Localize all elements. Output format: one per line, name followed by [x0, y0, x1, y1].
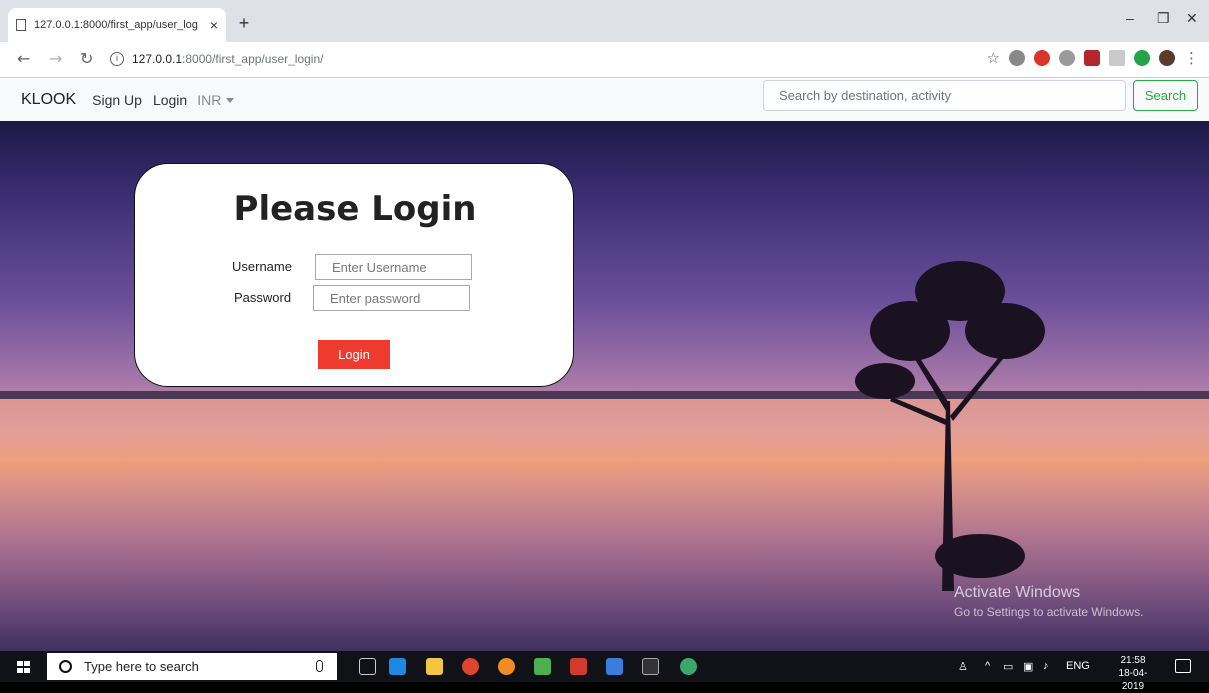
brand-logo[interactable]: KLOOK	[21, 91, 76, 109]
tray-expand-icon[interactable]: ^	[985, 660, 990, 672]
volume-icon[interactable]: ♪	[1043, 660, 1049, 672]
activate-windows-title: Activate Windows	[954, 584, 1081, 601]
minimize-icon[interactable]: –	[1126, 10, 1134, 26]
browser-tab[interactable]: 127.0.0.1:8000/first_app/user_log ×	[8, 8, 226, 42]
page-icon	[16, 19, 26, 31]
file-explorer-icon[interactable]	[426, 658, 443, 675]
people-icon[interactable]: ♙	[958, 660, 968, 673]
media-player-icon[interactable]	[389, 658, 406, 675]
browser-tab-bar: 127.0.0.1:8000/first_app/user_log × + – …	[0, 0, 1209, 42]
new-tab-button[interactable]: +	[233, 12, 255, 34]
language-indicator[interactable]: ENG	[1066, 660, 1090, 672]
browser-toolbar: ← → ↻ i 127.0.0.1:8000/first_app/user_lo…	[0, 42, 1209, 78]
login-title: Please Login	[233, 189, 477, 229]
url-host: 127.0.0.1	[132, 52, 183, 66]
password-input[interactable]	[313, 285, 470, 311]
back-icon[interactable]: ←	[17, 49, 30, 68]
extension-icon[interactable]	[1109, 50, 1125, 66]
activate-windows-subtitle: Go to Settings to activate Windows.	[954, 605, 1144, 619]
window-close-icon[interactable]: ✕	[1186, 10, 1198, 27]
url-path: :8000/first_app/user_login/	[182, 52, 324, 66]
currency-label: INR	[197, 91, 222, 108]
tab-title: 127.0.0.1:8000/first_app/user_log	[34, 19, 198, 31]
extension-icon[interactable]	[1059, 50, 1075, 66]
username-label: Username	[232, 259, 292, 274]
windows-taskbar: Type here to search ♙ ^ ▭ ▣ ♪ ENG 21:58 …	[0, 651, 1209, 692]
extension-icon[interactable]	[1009, 50, 1025, 66]
clock-date: 18-04-2019	[1118, 668, 1148, 692]
address-bar[interactable]: 127.0.0.1:8000/first_app/user_login/	[132, 52, 323, 66]
site-search-input[interactable]	[763, 80, 1126, 111]
extension-icon[interactable]	[1034, 50, 1050, 66]
notification-center-icon[interactable]	[1175, 659, 1191, 673]
microphone-icon[interactable]	[316, 660, 323, 672]
login-card: Please Login Username Password Login	[134, 163, 574, 387]
task-view-icon[interactable]	[359, 658, 376, 675]
clock-time: 21:58	[1120, 655, 1146, 666]
app-grid-icon[interactable]	[570, 658, 587, 675]
taskbar-search-text: Type here to search	[84, 659, 199, 674]
taskbar-search-box[interactable]: Type here to search	[47, 653, 337, 680]
nav-login-link[interactable]: Login	[153, 92, 187, 108]
browser-menu-icon[interactable]: ⋮	[1184, 50, 1199, 66]
password-label: Password	[234, 290, 292, 305]
notepad-icon[interactable]	[534, 658, 551, 675]
caret-down-icon	[226, 98, 235, 104]
site-info-icon[interactable]: i	[110, 52, 124, 66]
login-submit-button[interactable]: Login	[318, 340, 390, 369]
nav-signup-link[interactable]: Sign Up	[92, 92, 142, 108]
username-input[interactable]	[315, 254, 472, 280]
tab-close-icon[interactable]: ×	[210, 17, 218, 33]
extension-icon[interactable]	[1084, 50, 1100, 66]
currency-dropdown[interactable]: INR	[197, 91, 235, 108]
extension-icons: ☆ ⋮	[987, 50, 1199, 66]
edge-icon[interactable]	[606, 658, 623, 675]
search-button[interactable]: Search	[1133, 80, 1198, 111]
cortana-icon	[59, 660, 72, 673]
chrome-icon[interactable]	[462, 658, 479, 675]
bookmark-star-icon[interactable]: ☆	[987, 50, 1000, 66]
windows-start-icon[interactable]	[17, 661, 30, 673]
network-icon[interactable]: ▣	[1023, 660, 1033, 673]
taskbar-clock[interactable]: 21:58 18-04-2019	[1108, 654, 1158, 693]
profile-avatar-icon[interactable]	[1159, 50, 1175, 66]
battery-icon[interactable]: ▭	[1003, 660, 1013, 673]
firefox-icon[interactable]	[498, 658, 515, 675]
restore-icon[interactable]: ❐	[1157, 10, 1170, 27]
tree-silhouette	[855, 261, 1045, 591]
reload-icon[interactable]: ↻	[80, 49, 93, 68]
extension-icon[interactable]	[1134, 50, 1150, 66]
atom-icon[interactable]	[680, 658, 697, 675]
terminal-icon[interactable]	[642, 658, 659, 675]
forward-icon[interactable]: →	[49, 49, 62, 68]
